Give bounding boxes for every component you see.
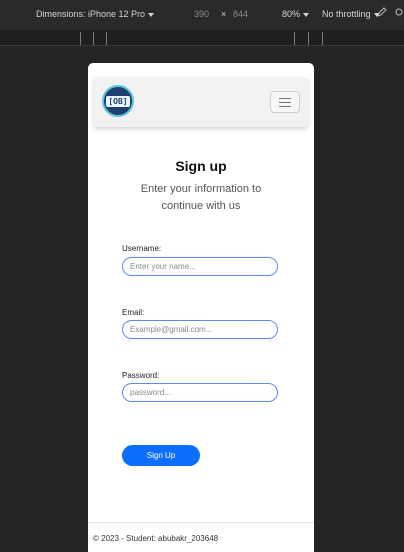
hamburger-icon	[279, 98, 291, 99]
sign-up-button[interactable]: Sign Up	[122, 445, 200, 466]
times-sign: ×	[221, 9, 227, 19]
device-select[interactable]: Dimensions: iPhone 12 Pro	[36, 9, 155, 19]
zoom-label: 80%	[282, 9, 301, 19]
height-field[interactable]: 844	[233, 9, 248, 19]
dropdown-caret-icon	[303, 12, 310, 17]
brand-logo[interactable]: [OB]	[102, 85, 134, 117]
menu-toggle-button[interactable]	[270, 91, 300, 113]
pen-icon[interactable]	[376, 6, 388, 20]
throttling-label: No throttling	[322, 9, 371, 19]
dropdown-caret-icon	[148, 12, 155, 17]
devtools-device-toolbar: Dimensions: iPhone 12 Pro 390 × 844 80% …	[0, 0, 404, 30]
navbar: [OB]	[94, 77, 308, 127]
devtools-ruler	[0, 30, 404, 46]
eye-icon[interactable]	[393, 6, 404, 20]
email-input[interactable]	[122, 320, 278, 339]
width-field[interactable]: 390	[194, 9, 209, 19]
username-input[interactable]	[122, 257, 278, 276]
footer-text: © 2023 - Student: abubakr_203648	[93, 534, 219, 543]
password-input[interactable]	[122, 383, 278, 402]
throttling-select[interactable]: No throttling	[322, 9, 380, 19]
password-label: Password:	[122, 371, 160, 380]
phone-viewport: [OB] Sign up Enter your information to c…	[88, 63, 314, 552]
page-title: Sign up	[175, 158, 227, 174]
page-subtitle: Enter your information to continue with …	[140, 183, 262, 212]
username-label: Username:	[122, 244, 162, 253]
zoom-select[interactable]: 80%	[282, 9, 310, 19]
book-logo-icon: [OB]	[106, 95, 130, 107]
footer-divider	[88, 522, 314, 523]
device-select-label: Dimensions: iPhone 12 Pro	[36, 9, 146, 19]
email-label: Email:	[122, 308, 145, 317]
